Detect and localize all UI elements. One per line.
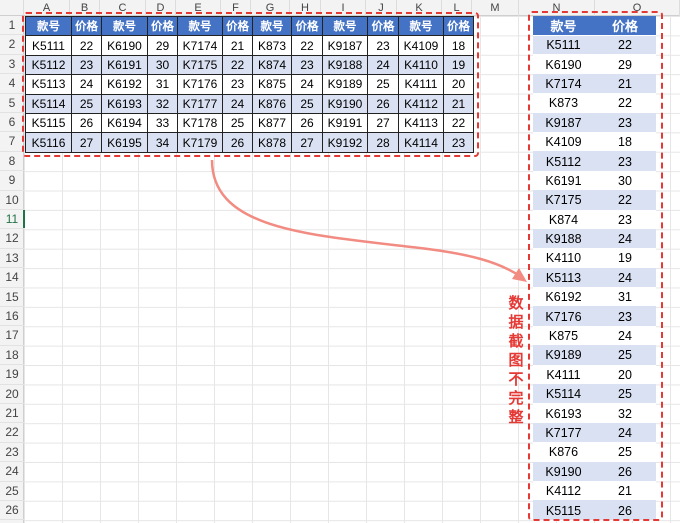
- row-header-10[interactable]: 10: [0, 191, 24, 210]
- annotation-char: 不: [508, 370, 524, 388]
- incomplete-data-annotation: 数据截图不完整: [508, 294, 524, 427]
- annotation-char: 截: [508, 332, 524, 350]
- row-header-12[interactable]: 12: [0, 229, 24, 249]
- row-header-14[interactable]: 14: [0, 268, 24, 288]
- row-header-6[interactable]: 6: [0, 113, 24, 133]
- row-header-16[interactable]: 16: [0, 307, 24, 327]
- row-header-8[interactable]: 8: [0, 152, 24, 172]
- row-header-20[interactable]: 20: [0, 385, 24, 404]
- result-highlight-box: [528, 11, 663, 521]
- row-header-1[interactable]: 1: [0, 16, 24, 36]
- annotation-char: 完: [508, 389, 524, 407]
- row-header-3[interactable]: 3: [0, 55, 24, 75]
- row-header-11[interactable]: 11: [0, 210, 25, 230]
- spreadsheet-sheet: ABCDEFGHIJKLMNO 1 2 3 4 5 6 7 8 9 10 11 12 13 14 15 16 1…: [0, 0, 680, 523]
- annotation-char: 据: [508, 313, 524, 331]
- row-header-15[interactable]: 15: [0, 288, 24, 307]
- row-header-7[interactable]: 7: [0, 132, 24, 152]
- annotation-char: 整: [508, 408, 524, 426]
- row-header-23[interactable]: 23: [0, 443, 24, 463]
- row-header-2[interactable]: 2: [0, 35, 24, 55]
- row-header-22[interactable]: 22: [0, 423, 24, 443]
- row-header-9[interactable]: 9: [0, 171, 24, 191]
- row-header-bar: 1 2 3 4 5 6 7 8 9 10 11 12 13 14 15 16 17 18 19 20 21 22 23 24 2…: [0, 16, 25, 523]
- row-header-4[interactable]: 4: [0, 74, 24, 94]
- annotation-char: 图: [508, 351, 524, 369]
- row-header-24[interactable]: 24: [0, 462, 24, 482]
- row-header-25[interactable]: 25: [0, 482, 24, 501]
- source-highlight-box: [22, 12, 479, 157]
- row-header-13[interactable]: 13: [0, 249, 24, 269]
- row-header-17[interactable]: 17: [0, 326, 24, 346]
- row-header-26[interactable]: 26: [0, 501, 24, 521]
- row-header-5[interactable]: 5: [0, 94, 24, 113]
- annotation-char: 数: [508, 294, 524, 312]
- row-header-18[interactable]: 18: [0, 346, 24, 366]
- select-all-corner[interactable]: [0, 0, 24, 16]
- row-header-19[interactable]: 19: [0, 365, 24, 385]
- row-header-21[interactable]: 21: [0, 404, 24, 424]
- column-header-m[interactable]: M: [472, 0, 519, 16]
